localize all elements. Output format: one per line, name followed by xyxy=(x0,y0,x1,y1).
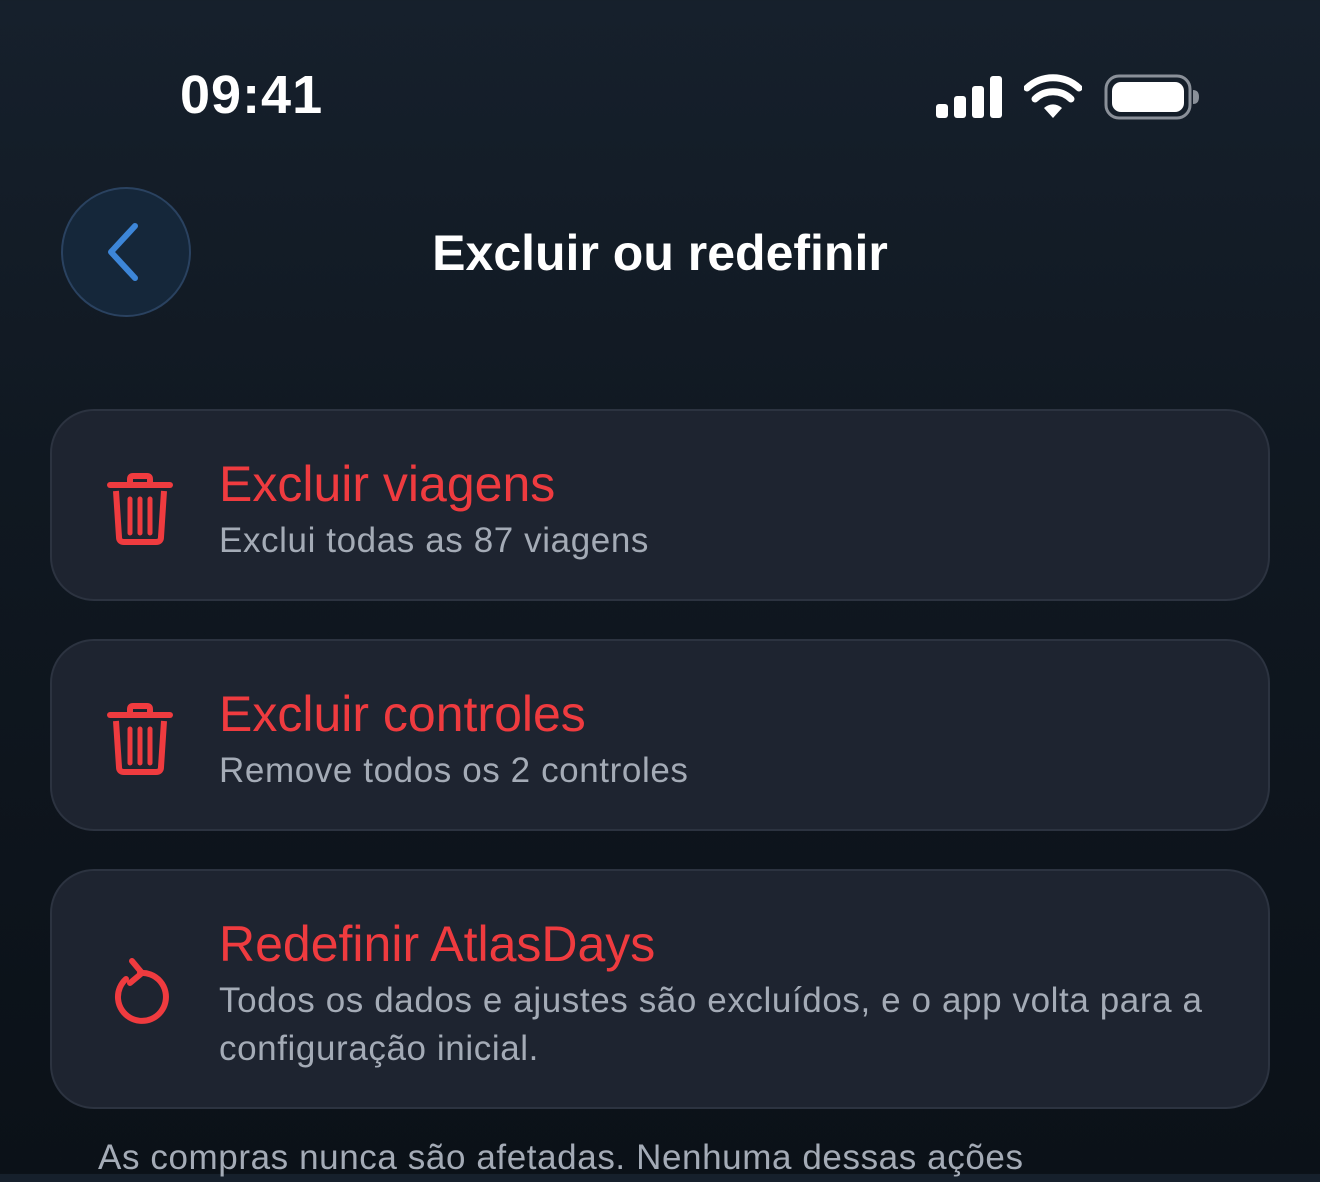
delete-trips-button[interactable]: Excluir viagens Exclui todas as 87 viage… xyxy=(50,409,1270,601)
wifi-icon xyxy=(1024,74,1082,118)
status-time: 09:41 xyxy=(180,65,324,125)
delete-controls-title: Excluir controles xyxy=(219,686,586,742)
delete-trips-title: Excluir viagens xyxy=(219,456,556,512)
reset-app-button[interactable]: Redefinir AtlasDays Todos os dados e aju… xyxy=(50,869,1270,1109)
status-bar: 09:41 xyxy=(0,0,1320,190)
trash-icon xyxy=(107,473,173,545)
delete-controls-subtitle: Remove todos os 2 controles xyxy=(219,751,689,790)
page-title: Excluir ou redefinir xyxy=(432,225,888,281)
battery-icon xyxy=(1104,74,1199,120)
delete-controls-button[interactable]: Excluir controles Remove todos os 2 cont… xyxy=(50,639,1270,831)
reset-app-subtitle: Todos os dados e ajustes são excluídos, … xyxy=(219,981,1203,1068)
cellular-signal-icon xyxy=(936,76,1002,118)
trash-icon xyxy=(107,703,173,775)
delete-trips-subtitle: Exclui todas as 87 viagens xyxy=(219,521,650,560)
footer-note: As compras nunca são afetadas. Nenhuma d… xyxy=(98,1138,1024,1177)
reset-arrow-icon xyxy=(114,958,169,1024)
reset-app-title: Redefinir AtlasDays xyxy=(219,916,656,972)
